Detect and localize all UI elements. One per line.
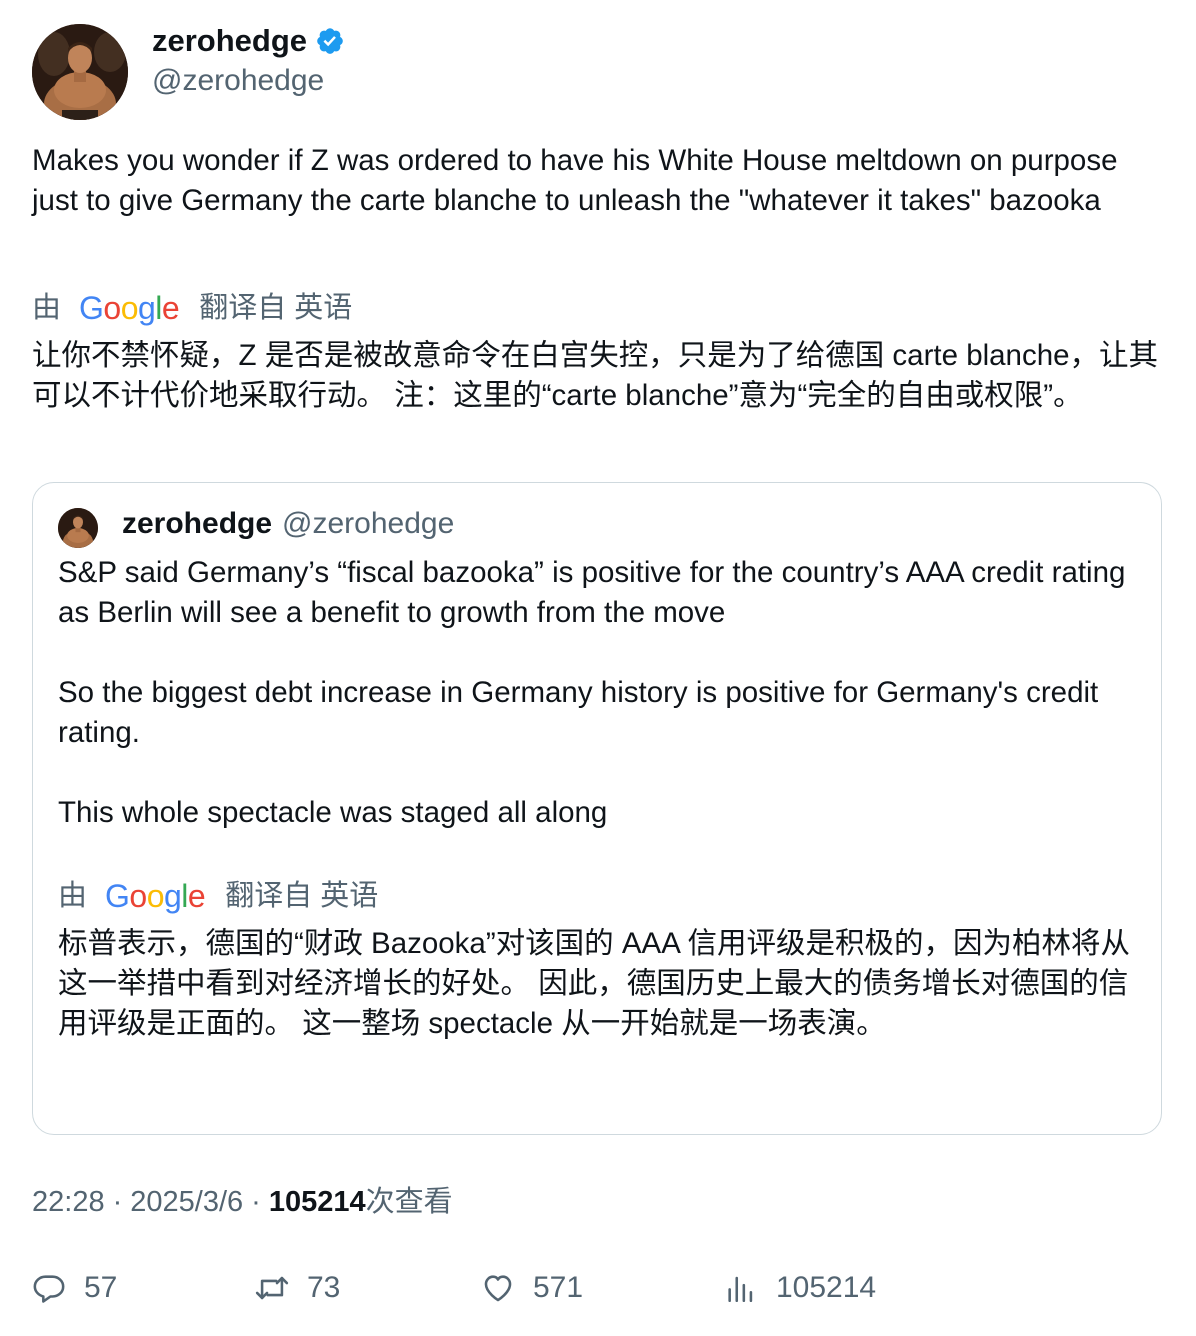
views-label: 次查看 xyxy=(365,1186,453,1218)
like-count: 571 xyxy=(533,1271,584,1304)
translated-tweet-text: 让你不禁怀疑，Z 是否是被故意命令在白宫失控，只是为了给德国 carte bla… xyxy=(32,339,1159,412)
retweet-count: 73 xyxy=(307,1271,341,1304)
quoted-translated-text: 标普表示，德国的“财政 Bazooka”对该国的 AAA 信用评级是积极的，因为… xyxy=(58,927,1130,1040)
author-avatar[interactable] xyxy=(32,24,128,120)
google-logo-icon: Google xyxy=(79,290,180,326)
analytics-icon xyxy=(728,1276,753,1303)
quoted-header: zerohedge @zerohedge xyxy=(122,504,454,544)
like-button[interactable]: 571 xyxy=(481,1268,583,1308)
retweet-button[interactable]: 73 xyxy=(255,1268,340,1308)
tweet-meta: 22:28 · 2025/3/6 · 105214 次查看 xyxy=(32,1182,453,1222)
author-name-row[interactable]: zerohedge xyxy=(152,22,345,60)
tweet-time[interactable]: 22:28 xyxy=(32,1182,105,1222)
reply-button[interactable]: 57 xyxy=(32,1268,117,1308)
author-name[interactable]: zerohedge xyxy=(152,22,307,60)
quoted-google-logo-icon: Google xyxy=(105,878,206,914)
reply-icon xyxy=(33,1275,65,1303)
avatar-image xyxy=(32,24,128,120)
views-count: 105214 xyxy=(268,1186,366,1218)
retweet-icon xyxy=(255,1276,289,1300)
quoted-translation-prefix: 由 xyxy=(58,880,88,912)
translation-suffix: 翻译自 英语 xyxy=(199,292,353,324)
views-action-count: 105214 xyxy=(776,1271,877,1304)
tweet-date[interactable]: 2025/3/6 xyxy=(130,1182,243,1222)
translation-attribution: 由 Google 翻译自 英语 xyxy=(32,288,352,328)
quoted-author-name: zerohedge xyxy=(122,507,273,540)
author-handle[interactable]: @zerohedge xyxy=(152,62,324,100)
heart-icon xyxy=(484,1275,512,1302)
quoted-tweet-text: S&P said Germany’s “fiscal bazooka” is p… xyxy=(58,556,1126,829)
quoted-translation-attribution: 由 Google 翻译自 英语 xyxy=(58,876,378,916)
translation-prefix: 由 xyxy=(32,292,62,324)
quoted-translation-suffix: 翻译自 英语 xyxy=(225,880,379,912)
quoted-author-handle: @zerohedge xyxy=(282,507,455,540)
quoted-avatar-image xyxy=(58,508,98,548)
meta-separator: · xyxy=(112,1186,123,1218)
meta-separator: · xyxy=(251,1186,261,1218)
tweet-text: Makes you wonder if Z was ordered to hav… xyxy=(32,144,1126,217)
quoted-author-avatar xyxy=(58,508,98,548)
reply-count: 57 xyxy=(84,1271,118,1304)
verified-badge-icon xyxy=(317,28,343,54)
views-button[interactable]: 105214 xyxy=(724,1268,876,1308)
